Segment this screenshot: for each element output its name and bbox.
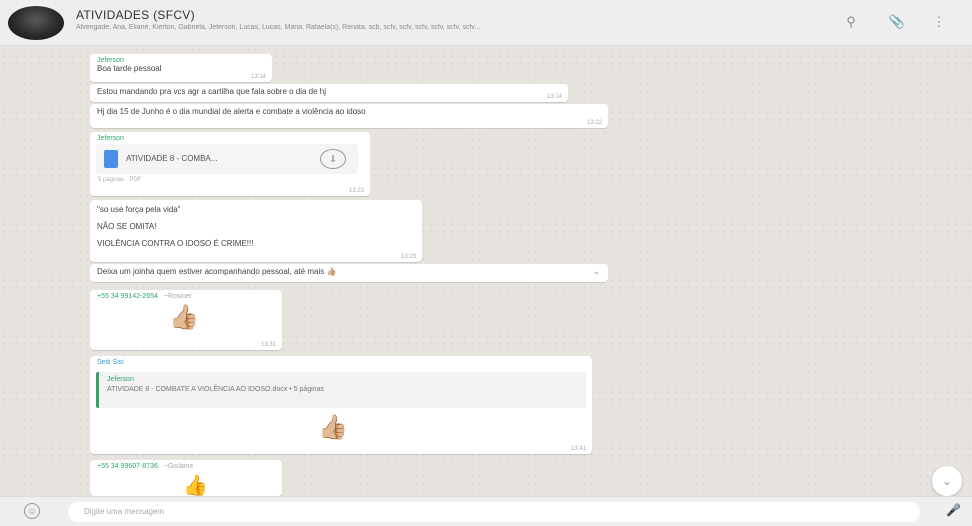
chat-panel: Jeferson Boa tarde pessoal 13:14 Estou m… <box>0 46 972 497</box>
message-sender[interactable]: Jeferson <box>97 135 363 142</box>
search-icon[interactable]: ⚲ <box>842 13 860 31</box>
message-sender[interactable]: Seiti Sisi <box>97 359 585 366</box>
chat-title[interactable]: ATIVIDADES (SFCV) <box>76 8 195 22</box>
group-members: Alvengade, Ana, Eliane, Kierton, Gabriel… <box>76 24 481 31</box>
document-attachment[interactable]: ATIVIDADE 8 - COMBA... ⇩ <box>96 144 358 174</box>
message-time: 13:41 <box>570 446 586 452</box>
thumbs-up-emoji: 👍🏼 <box>169 304 199 331</box>
document-name: ATIVIDADE 8 - COMBA... <box>126 154 218 163</box>
message-sender[interactable]: +55 34 99142-2654 <box>97 293 158 300</box>
emoji-icon[interactable]: ☺ <box>24 503 40 519</box>
message-sender-line: +55 34 99142-2654 ~Rosinei <box>97 293 275 300</box>
message-bubble[interactable]: Hj dia 15 de Junho é o dia mundial de al… <box>90 104 608 128</box>
chat-header: ATIVIDADES (SFCV) Alvengade, Ana, Eliane… <box>0 0 972 46</box>
message-sender[interactable]: +55 34 99607-8736 <box>97 463 158 470</box>
message-time: 13:23 <box>348 188 364 194</box>
document-message[interactable]: Jeferson ATIVIDADE 8 - COMBA... ⇩ 5 pági… <box>90 132 370 196</box>
quoted-text: ATIVIDADE 8 - COMBATE A VIOLÊNCIA AO IDO… <box>107 386 324 393</box>
scroll-down-button[interactable]: ⌄ <box>932 466 962 496</box>
message-time: 13:31 <box>260 342 276 348</box>
message-text-line: NÃO SE OMITA! <box>97 222 157 231</box>
message-sender-line: +55 34 99607-8736 ~Gislaine <box>97 463 275 470</box>
message-bubble[interactable]: +55 34 99607-8736 ~Gislaine 👍 <box>90 460 282 497</box>
paperclip-icon[interactable]: 📎 <box>888 13 906 31</box>
message-text: Deixa um joinha quem estiver acompanhand… <box>97 267 337 276</box>
message-time: 13:14 <box>546 94 562 100</box>
quoted-sender: Jeferson <box>107 376 134 383</box>
sender-note: ~Rosinei <box>163 293 192 300</box>
message-text-line: "so use força pela vida" <box>97 205 181 214</box>
document-icon <box>104 150 118 168</box>
message-bubble[interactable]: Deixa um joinha quem estiver acompanhand… <box>90 264 608 282</box>
message-time: 13:22 <box>586 120 602 126</box>
message-bubble[interactable]: "so use força pela vida" NÃO SE OMITA! V… <box>90 200 422 262</box>
message-text: Boa tarde pessoal <box>97 64 162 73</box>
chevron-down-icon[interactable]: ⌄ <box>592 266 600 277</box>
document-meta: 5 páginas · PDF <box>98 177 142 183</box>
message-text: Hj dia 15 de Junho é o dia mundial de al… <box>97 107 366 116</box>
message-sender[interactable]: Jeferson <box>97 57 265 64</box>
menu-icon[interactable]: ⋮ <box>930 13 948 31</box>
message-time: 13:23 <box>400 254 416 260</box>
group-avatar[interactable] <box>8 6 64 40</box>
message-input[interactable]: Digite uma mensagem <box>68 502 920 522</box>
message-bubble[interactable]: Estou mandando pra vcs agr a cartilha qu… <box>90 84 568 102</box>
message-text-line: VIOLÊNCIA CONTRA O IDOSO É CRIME!!! <box>97 239 254 248</box>
composer-bar: ☺ Digite uma mensagem 🎤 <box>0 496 972 526</box>
message-time: 13:14 <box>250 74 266 80</box>
message-text: Estou mandando pra vcs agr a cartilha qu… <box>97 87 327 96</box>
message-bubble[interactable]: +55 34 99142-2654 ~Rosinei 👍🏼 13:31 <box>90 290 282 350</box>
quoted-message[interactable]: Jeferson ATIVIDADE 8 - COMBATE A VIOLÊNC… <box>96 372 586 408</box>
sender-note: ~Gislaine <box>163 463 194 470</box>
thumbs-up-emoji: 👍🏼 <box>318 414 348 441</box>
message-bubble[interactable]: Jeferson Boa tarde pessoal 13:14 <box>90 54 272 82</box>
mic-icon[interactable]: 🎤 <box>946 503 961 517</box>
download-icon[interactable]: ⇩ <box>320 149 346 169</box>
thumbs-up-emoji: 👍 <box>183 475 208 497</box>
reply-message[interactable]: Seiti Sisi Jeferson ATIVIDADE 8 - COMBAT… <box>90 356 592 454</box>
